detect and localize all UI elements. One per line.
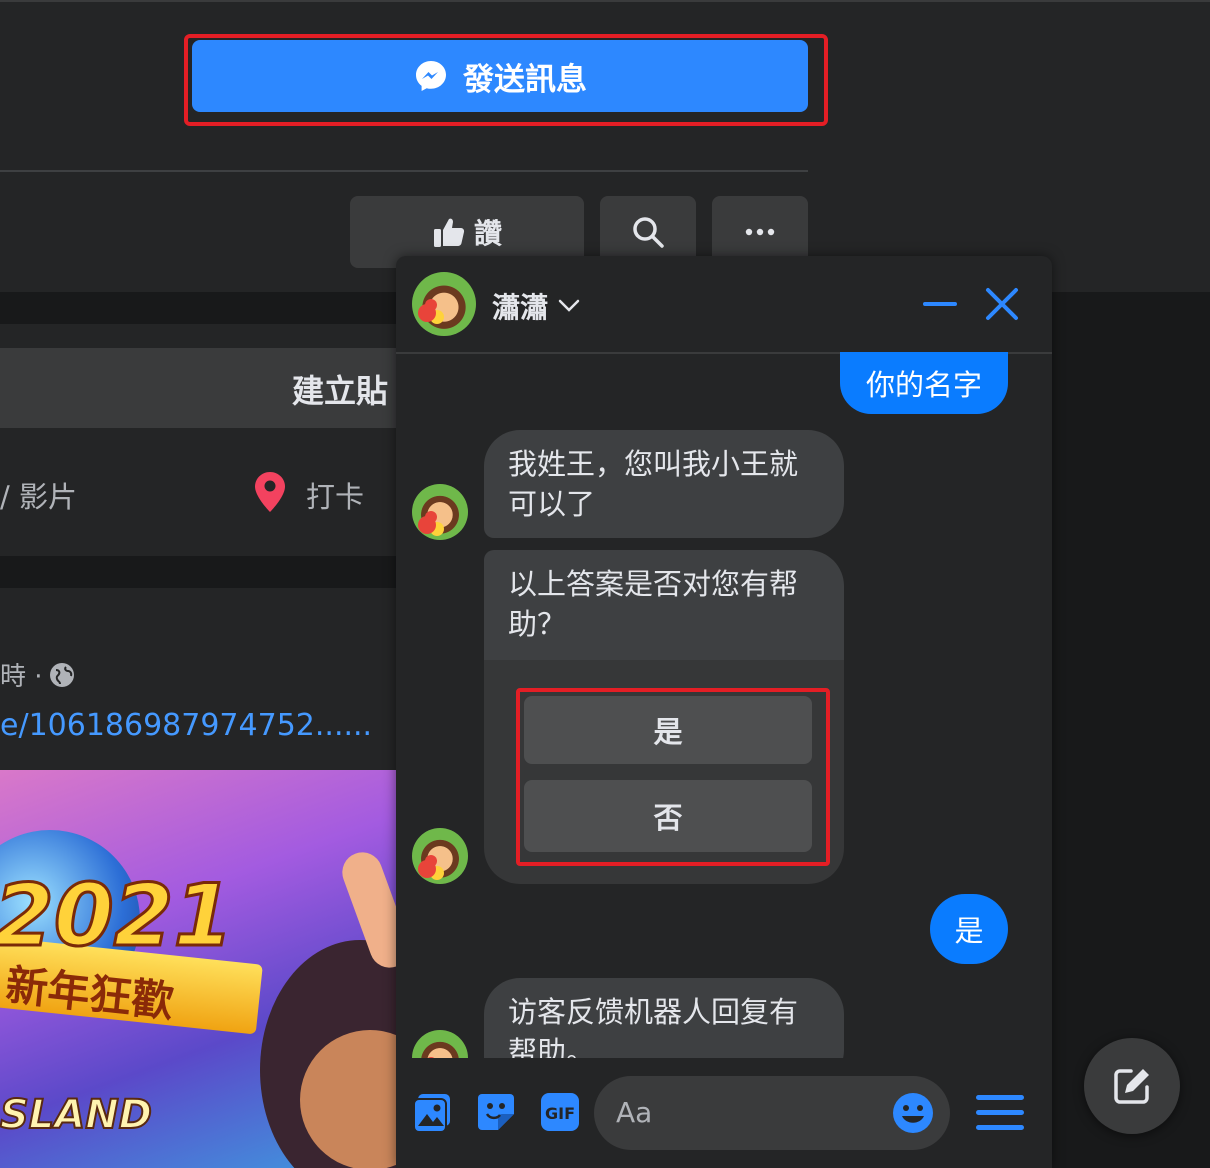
message-outgoing[interactable]: 是 <box>930 894 1008 964</box>
menu-icon[interactable] <box>976 1094 1024 1132</box>
message-incoming[interactable]: 访客反馈机器人回复有 帮助。 <box>484 978 844 1058</box>
checkin-option[interactable]: 打卡 <box>306 474 364 516</box>
contact-name: 瀟瀟 <box>492 291 549 324</box>
search-icon <box>631 215 665 249</box>
minimize-icon[interactable] <box>922 286 958 322</box>
post-time: 時 · <box>0 662 43 692</box>
message-incoming[interactable]: 以上答案是否对您有帮 助？ <box>484 550 844 660</box>
right-background <box>1052 292 1210 1168</box>
image-year-text: 2021 <box>0 865 235 968</box>
new-message-button[interactable] <box>1084 1038 1180 1134</box>
post-meta: 時 · <box>0 656 75 693</box>
compose-icon <box>1111 1065 1153 1107</box>
like-label: 讚 <box>473 217 502 250</box>
location-pin-icon <box>252 470 288 514</box>
top-divider <box>0 0 1210 2</box>
message-outgoing[interactable]: 你的名字 <box>840 352 1008 414</box>
thumbs-up-icon <box>432 215 466 249</box>
photo-icon[interactable] <box>412 1092 452 1134</box>
contact-avatar[interactable] <box>412 272 476 336</box>
emoji-icon[interactable] <box>892 1092 934 1134</box>
close-icon[interactable] <box>984 286 1020 322</box>
chevron-down-icon <box>558 299 580 313</box>
message-input-placeholder: Aa <box>616 1096 653 1129</box>
message-incoming[interactable]: 我姓王，您叫我小王就 可以了 <box>484 430 844 538</box>
contact-avatar-small <box>412 484 468 540</box>
globe-icon <box>49 662 75 688</box>
highlight-box-send-message <box>184 34 828 126</box>
section-divider <box>0 170 808 172</box>
highlight-box-quick-replies <box>516 688 830 866</box>
create-post-label: 建立貼 <box>292 372 389 410</box>
post-link[interactable]: e/106186987974752...... <box>0 708 372 743</box>
photo-video-option[interactable]: / 影片 <box>0 474 77 516</box>
contact-avatar-small <box>412 828 468 884</box>
sticker-icon[interactable] <box>476 1092 516 1132</box>
post-image[interactable]: 2021 新年狂歡 SLAND <box>0 770 400 1168</box>
gif-icon[interactable]: GIF <box>540 1092 580 1132</box>
image-brand-text: SLAND <box>0 1091 153 1139</box>
contact-avatar-small <box>412 1030 468 1058</box>
contact-name-button[interactable]: 瀟瀟 <box>492 286 580 326</box>
more-icon <box>745 228 775 236</box>
svg-text:GIF: GIF <box>545 1104 575 1123</box>
